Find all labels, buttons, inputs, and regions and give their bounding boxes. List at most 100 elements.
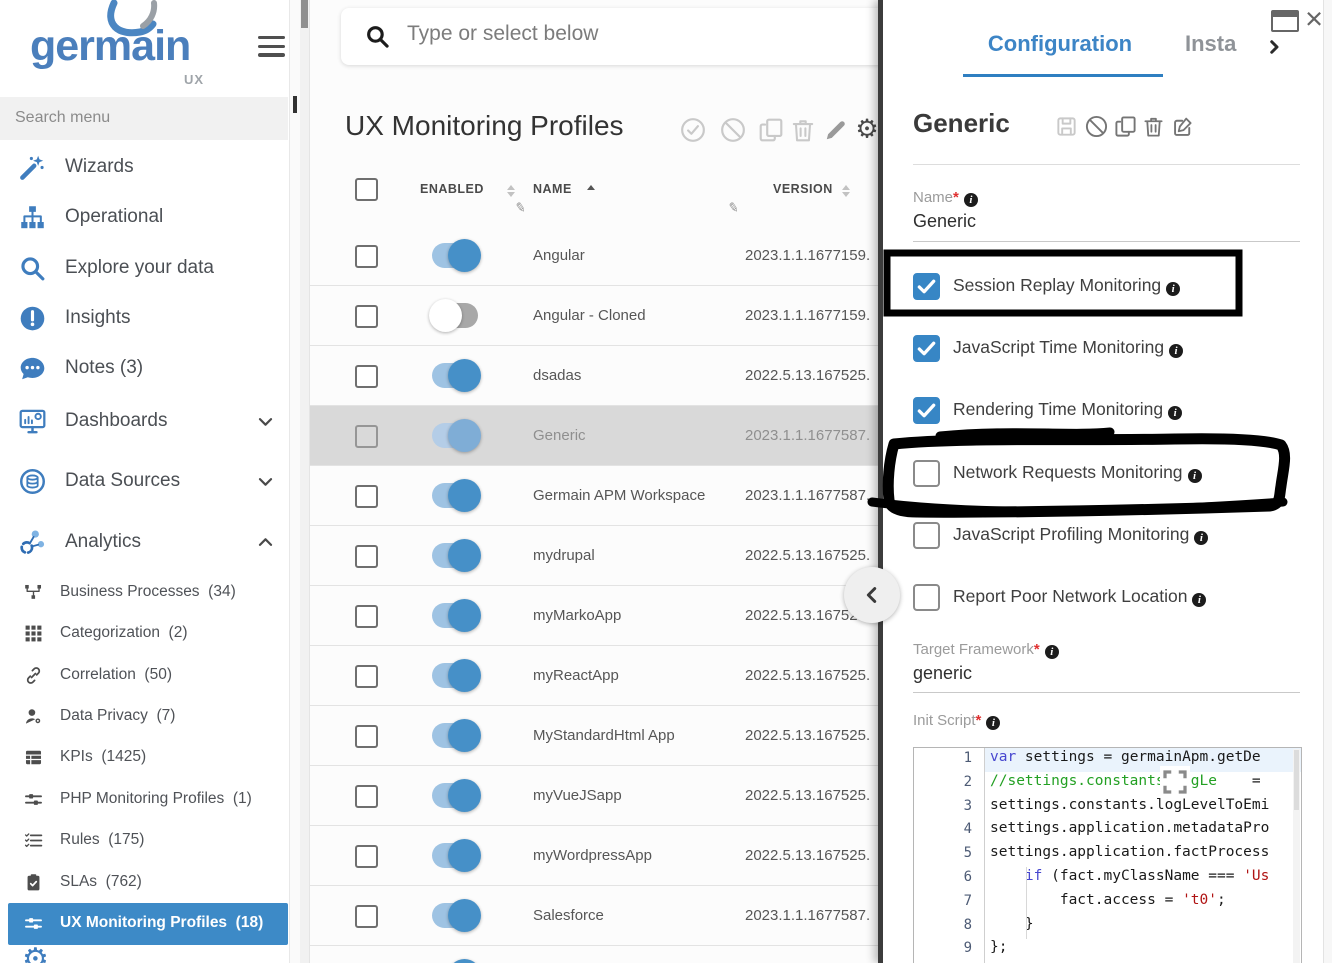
filter-pencil-icon[interactable]: ✎ — [727, 199, 741, 217]
tab-configuration[interactable]: Configuration — [945, 31, 1175, 57]
table-row[interactable]: MyStandardHtml App 2022.5.13.167525. — [310, 706, 878, 766]
info-icon[interactable]: i — [1166, 282, 1180, 296]
column-header-name[interactable]: NAME — [533, 182, 572, 196]
ban-icon[interactable] — [720, 117, 746, 143]
sidebar-item-kpis[interactable]: KPIs (1425) — [0, 737, 288, 779]
sidebar-item-dashboards[interactable]: Dashboards — [0, 398, 288, 444]
gear-icon[interactable]: ⚙ — [854, 117, 878, 143]
filter-pencil-icon[interactable]: ✎ — [514, 199, 528, 217]
row-checkbox[interactable] — [355, 605, 378, 628]
table-row[interactable]: mydrupal 2022.5.13.167525. — [310, 526, 878, 586]
table-row[interactable]: Generic 2023.1.1.1677587. — [310, 406, 878, 466]
info-icon[interactable]: i — [964, 193, 978, 207]
row-checkbox[interactable] — [355, 365, 378, 388]
sidebar-item-categorization[interactable]: Categorization (2) — [0, 613, 288, 655]
monitor-checkbox[interactable] — [913, 522, 940, 549]
table-row[interactable]: myReactApp 2022.5.13.167525. — [310, 646, 878, 706]
sidebar-item-correlation[interactable]: Correlation (50) — [0, 655, 288, 697]
sidebar-item-notes[interactable]: Notes (3) — [0, 345, 288, 391]
column-header-enabled[interactable]: ENABLED — [420, 182, 484, 196]
monitor-checkbox[interactable] — [913, 460, 940, 487]
sort-icon[interactable] — [842, 185, 851, 197]
row-checkbox[interactable] — [355, 785, 378, 808]
sidebar-item-business-processes[interactable]: Business Processes (34) — [0, 572, 288, 614]
sidebar-item-insights[interactable]: Insights — [0, 295, 288, 341]
row-checkbox[interactable] — [355, 425, 378, 448]
enabled-toggle[interactable] — [432, 903, 478, 928]
close-icon[interactable]: × — [1305, 1, 1323, 37]
hamburger-menu-icon[interactable] — [258, 36, 285, 57]
init-script-editor[interactable]: 1 var settings = germainApm.getDe 2 //se… — [913, 747, 1302, 963]
content-scrollbar-thumb[interactable] — [301, 0, 308, 28]
row-checkbox[interactable] — [355, 245, 378, 268]
target-framework-value[interactable]: generic — [913, 663, 972, 684]
enabled-toggle[interactable] — [432, 243, 478, 268]
fullscreen-expand-icon[interactable] — [1160, 766, 1190, 798]
select-all-checkbox[interactable] — [355, 178, 378, 201]
column-header-version[interactable]: VERSION — [773, 182, 833, 196]
monitor-checkbox[interactable] — [913, 584, 940, 611]
settings-gear-icon[interactable]: ⚙ — [22, 942, 49, 963]
row-checkbox[interactable] — [355, 545, 378, 568]
sidebar-item-data-sources[interactable]: Data Sources — [0, 458, 288, 504]
sidebar-item-analytics[interactable]: Analytics — [0, 519, 288, 565]
row-checkbox[interactable] — [355, 485, 378, 508]
sidebar-scrollbar-thumb[interactable] — [293, 96, 297, 113]
copy-icon[interactable] — [1114, 115, 1137, 138]
enabled-toggle[interactable] — [432, 543, 478, 568]
info-icon[interactable]: i — [1192, 593, 1206, 607]
window-restore-icon[interactable] — [1271, 10, 1299, 32]
sidebar-item-ux-monitoring-profiles[interactable]: UX Monitoring Profiles (18) — [8, 903, 288, 945]
table-row[interactable]: myVueJSapp 2022.5.13.167525. — [310, 766, 878, 826]
pencil-icon[interactable] — [823, 117, 849, 143]
table-row[interactable]: Salesforce 2023.1.1.1677587. — [310, 886, 878, 946]
sidebar-item-data-privacy[interactable]: Data Privacy (7) — [0, 696, 288, 738]
table-row[interactable]: Angular 2023.1.1.1677159. — [310, 226, 878, 286]
info-icon[interactable]: i — [1168, 406, 1182, 420]
sort-asc-icon[interactable] — [587, 185, 596, 192]
enabled-toggle[interactable] — [432, 843, 478, 868]
info-icon[interactable]: i — [1188, 469, 1202, 483]
table-row[interactable]: Germain APM Workspace 2023.1.1.1677587. — [310, 466, 878, 526]
panel-collapse-button[interactable] — [844, 567, 900, 623]
table-row[interactable]: myMarkoApp 2022.5.13.167525. — [310, 586, 878, 646]
info-icon[interactable]: i — [1169, 344, 1183, 358]
edit-icon[interactable] — [1172, 115, 1195, 138]
info-icon[interactable]: i — [1194, 531, 1208, 545]
sidebar-item-wizards[interactable]: Wizards — [0, 144, 288, 190]
check-circle-icon[interactable] — [680, 117, 706, 143]
trash-icon[interactable] — [1142, 115, 1165, 138]
table-row[interactable]: myWordpressApp 2022.5.13.167525. — [310, 826, 878, 886]
monitor-checkbox[interactable] — [913, 273, 940, 300]
editor-scrollbar-thumb[interactable] — [1294, 750, 1299, 810]
content-scrollbar[interactable] — [300, 0, 310, 963]
monitor-checkbox[interactable] — [913, 335, 940, 362]
enabled-toggle[interactable] — [432, 603, 478, 628]
copy-icon[interactable] — [758, 117, 784, 143]
enabled-toggle[interactable] — [432, 363, 478, 388]
row-checkbox[interactable] — [355, 905, 378, 928]
enabled-toggle[interactable] — [432, 723, 478, 748]
sidebar-item-rules[interactable]: Rules (175) — [0, 820, 288, 862]
trash-icon[interactable] — [790, 117, 816, 143]
name-field-value[interactable]: Generic — [913, 211, 976, 232]
sidebar-item-slas[interactable]: SLAs (762) — [0, 862, 288, 904]
ban-icon[interactable] — [1085, 115, 1108, 138]
enabled-toggle[interactable] — [432, 423, 478, 448]
table-row[interactable]: dsadas 2022.5.13.167525. — [310, 346, 878, 406]
sort-icon[interactable] — [507, 185, 516, 197]
sidebar-search-input[interactable] — [13, 108, 267, 128]
row-checkbox[interactable] — [355, 305, 378, 328]
enabled-toggle[interactable] — [432, 303, 478, 328]
enabled-toggle[interactable] — [432, 783, 478, 808]
enabled-toggle[interactable] — [432, 663, 478, 688]
table-row[interactable]: Angular - Cloned 2023.1.1.1677159. — [310, 286, 878, 346]
info-icon[interactable]: i — [986, 716, 1000, 730]
chevron-right-icon[interactable] — [1265, 38, 1283, 56]
row-checkbox[interactable] — [355, 665, 378, 688]
window-scrollbar[interactable] — [1323, 0, 1332, 963]
row-checkbox[interactable] — [355, 845, 378, 868]
main-search-input[interactable] — [405, 21, 829, 47]
sidebar-scrollbar[interactable] — [289, 0, 300, 963]
info-icon[interactable]: i — [1045, 645, 1059, 659]
